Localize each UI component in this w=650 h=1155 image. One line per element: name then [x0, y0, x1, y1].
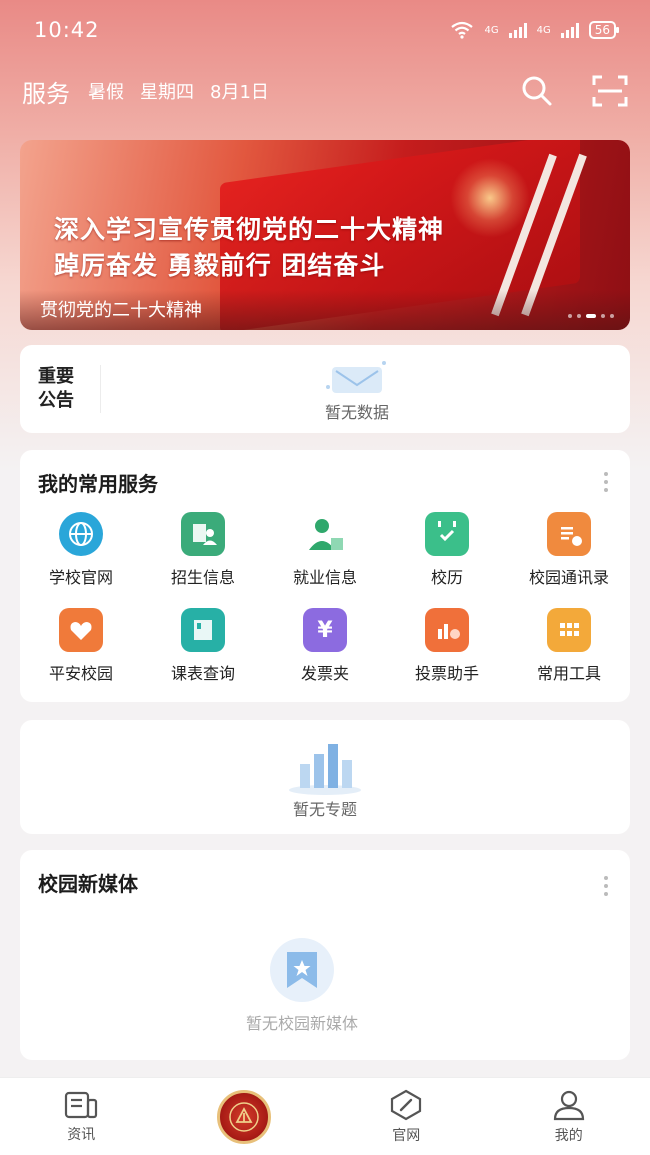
service-label: 招生信息 — [170, 568, 235, 587]
date-label: 8月1日 — [210, 82, 269, 103]
topics-empty-state: 暂无专题 — [282, 734, 368, 820]
signal-icon-2 — [560, 22, 579, 38]
school-emblem-icon — [216, 1089, 271, 1144]
service-label: 发票夹 — [300, 664, 349, 683]
news-icon — [65, 1091, 98, 1118]
empty-bookmark-icon — [270, 938, 334, 1002]
wifi-icon — [451, 21, 474, 39]
weekday-label: 星期四 — [140, 82, 194, 103]
media-card: 校园新媒体 暂无校园新媒体 — [20, 850, 630, 1060]
banner-caption: 贯彻党的二十大精神 — [20, 290, 630, 330]
service-label: 校园通讯录 — [528, 568, 609, 587]
status-time: 10:42 — [34, 18, 100, 42]
empty-chart-icon — [289, 744, 361, 795]
status-icons: 4G 4G 56 — [450, 21, 620, 39]
service-label: 课表查询 — [170, 664, 235, 683]
network-label-2: 4G — [536, 24, 551, 36]
network-label-1: 4G — [484, 24, 499, 36]
media-title: 校园新媒体 — [38, 872, 138, 896]
search-icon[interactable] — [520, 74, 554, 108]
topics-card: 暂无专题 — [20, 720, 630, 834]
employment-icon — [303, 512, 347, 556]
tab-profile[interactable]: 我的 — [509, 1089, 629, 1145]
service-item[interactable]: 就业信息 — [264, 512, 386, 588]
empty-envelope-icon — [326, 361, 386, 393]
media-more-icon[interactable] — [604, 876, 608, 896]
tab-profile-label: 我的 — [554, 1127, 583, 1144]
service-item[interactable]: 学校官网 — [20, 512, 142, 588]
service-item[interactable]: 课表查询 — [142, 608, 264, 684]
signal-icon — [508, 22, 527, 38]
invoice-icon: ¥ — [303, 608, 347, 652]
banner-headline: 深入学习宣传贯彻党的二十大精神 — [54, 215, 445, 244]
user-icon — [553, 1090, 584, 1120]
service-label: 学校官网 — [48, 568, 113, 587]
timetable-icon — [181, 608, 225, 652]
services-grid: 学校官网 招生信息 就业信息 校历 校园通讯录 平安校园 课表查询 ¥ 发票夹 … — [20, 512, 630, 684]
contacts-icon — [547, 512, 591, 556]
globe-icon — [59, 512, 103, 556]
tab-news-label: 资讯 — [67, 1126, 96, 1143]
battery-level: 56 — [594, 23, 610, 37]
carousel-indicator — [568, 314, 614, 318]
services-title: 我的常用服务 — [38, 472, 158, 496]
notice-empty-text: 暂无数据 — [324, 403, 389, 422]
notice-card[interactable]: 重要公告 暂无数据 — [20, 345, 630, 433]
service-item[interactable]: 校园通讯录 — [508, 512, 630, 588]
divider — [100, 365, 101, 413]
bottom-tab-bar: 资讯 官网 我的 — [0, 1077, 650, 1155]
service-label: 常用工具 — [536, 664, 601, 683]
notice-empty-state: 暂无数据 — [322, 357, 392, 423]
media-empty-state: 暂无校园新媒体 — [246, 930, 358, 1034]
term-label: 暑假 — [88, 82, 124, 103]
battery-icon: 56 — [588, 21, 620, 39]
topics-empty-text: 暂无专题 — [292, 800, 357, 819]
services-card: 我的常用服务 学校官网 招生信息 就业信息 校历 校园通讯录 平安校园 课表查询… — [20, 450, 630, 702]
vote-icon — [425, 608, 469, 652]
status-bar: 10:42 4G 4G 56 — [0, 0, 650, 60]
page-title: 服务 — [22, 79, 70, 108]
compass-icon — [391, 1089, 422, 1120]
service-item[interactable]: 校历 — [386, 512, 508, 588]
tab-home[interactable] — [184, 1089, 304, 1144]
service-item[interactable]: 投票助手 — [386, 608, 508, 684]
tools-icon — [547, 608, 591, 652]
service-label: 平安校园 — [48, 664, 113, 683]
service-item[interactable]: 招生信息 — [142, 512, 264, 588]
scan-icon[interactable] — [592, 75, 628, 107]
tab-news[interactable]: 资讯 — [21, 1090, 141, 1144]
admissions-icon — [181, 512, 225, 556]
service-item[interactable]: ¥ 发票夹 — [264, 608, 386, 684]
service-item[interactable]: 常用工具 — [508, 608, 630, 684]
media-empty-text: 暂无校园新媒体 — [246, 1014, 359, 1033]
tab-official-site[interactable]: 官网 — [346, 1089, 466, 1145]
carousel-banner[interactable]: 深入学习宣传贯彻党的二十大精神 踔厉奋发 勇毅前行 团结奋斗 贯彻党的二十大精神 — [20, 140, 630, 330]
calendar-icon — [425, 512, 469, 556]
banner-subheadline: 踔厉奋发 勇毅前行 团结奋斗 — [54, 251, 386, 280]
safe-campus-icon — [59, 608, 103, 652]
notice-label: 重要公告 — [38, 366, 74, 411]
services-more-icon[interactable] — [604, 472, 608, 492]
service-label: 投票助手 — [414, 664, 479, 683]
page-header: 服务 暑假 星期四 8月1日 — [0, 68, 650, 114]
service-item[interactable]: 平安校园 — [20, 608, 142, 684]
service-label: 校历 — [430, 568, 463, 587]
firework-graphic — [450, 158, 530, 238]
tab-official-site-label: 官网 — [392, 1127, 421, 1144]
service-label: 就业信息 — [292, 568, 357, 587]
